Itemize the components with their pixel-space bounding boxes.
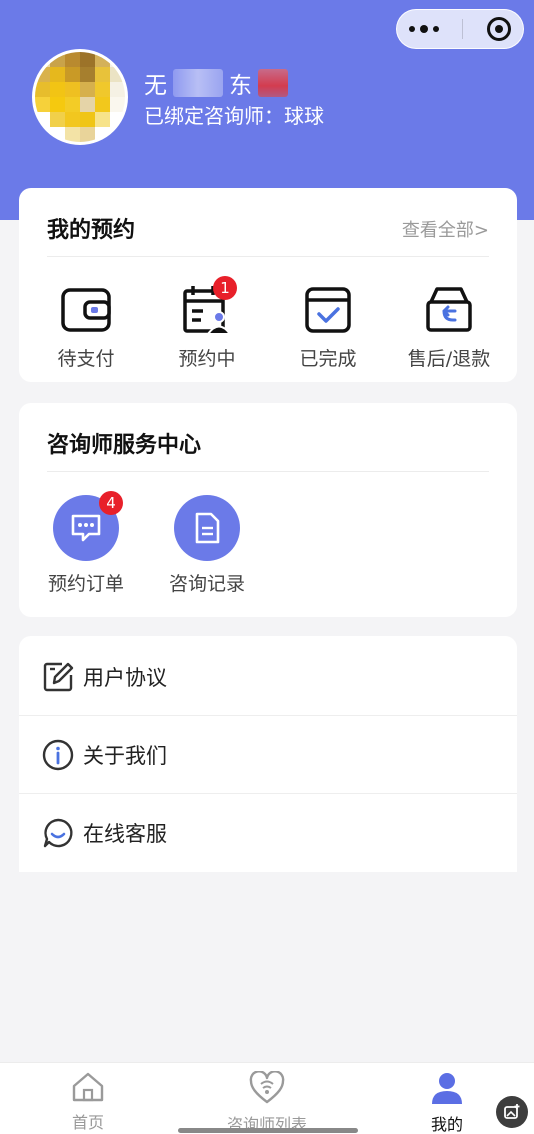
appt-completed[interactable]: 已完成 [273,284,383,371]
appointment-orders-label: 预约订单 [47,573,124,595]
document-icon [174,495,240,561]
chat-service-icon [41,816,75,850]
username-part-1: 无 [144,73,167,99]
bottom-tab-bar: 首页 咨询师列表 我的 [0,1062,534,1134]
wallet-icon [58,284,114,336]
home-indicator [178,1128,358,1133]
appt-after-sales-refund[interactable]: 售后/退款 [394,284,504,371]
appointments-title: 我的预约 [47,218,136,243]
mini-program-capsule [396,9,524,49]
username: 无 东 [144,66,288,100]
calendar-person-icon: 1 [179,276,237,336]
menu-online-service[interactable]: 在线客服 [19,794,517,872]
tab-home[interactable]: 首页 [28,1071,148,1133]
service-consultation-records[interactable]: 咨询记录 [152,495,262,596]
menu-online-service-label: 在线客服 [83,822,167,846]
menu-user-agreement-label: 用户协议 [83,666,167,690]
image-share-icon [504,1104,520,1119]
redacted-name-block [173,69,223,97]
settings-menu-card: 用户协议 关于我们 在线客服 [19,636,517,872]
appt-in-progress[interactable]: 1 预约中 [152,276,262,371]
username-part-2: 东 [229,73,252,99]
tab-mine[interactable]: 我的 [387,1071,507,1134]
appointment-orders-badge: 4 [99,491,123,515]
capsule-divider [462,19,464,39]
tab-mine-label: 我的 [430,1115,463,1134]
more-icon[interactable] [408,25,439,33]
menu-user-agreement[interactable]: 用户协议 [19,638,517,716]
appt-pending-payment[interactable]: 待支付 [31,284,141,371]
appointments-divider [47,256,489,257]
bound-consultant-text: 已绑定咨询师：球球 [144,104,324,128]
menu-about-us-label: 关于我们 [83,744,167,768]
appt-after-sales-label: 售后/退款 [407,348,491,370]
avatar-pixelated-image [35,52,125,142]
edit-icon [41,660,75,694]
appt-pending-payment-label: 待支付 [57,348,115,370]
view-all-link[interactable]: 查看全部> [402,216,489,242]
close-miniprogram-icon[interactable] [487,17,512,41]
avatar[interactable] [32,49,128,145]
tab-home-label: 首页 [71,1113,104,1132]
consultant-service-center-card: 咨询师服务中心 4 预约订单 咨询记录 [19,403,517,617]
service-center-divider [47,471,489,472]
chat-bubble-icon: 4 [53,491,123,561]
calendar-check-icon [300,284,356,336]
consultation-records-label: 咨询记录 [168,573,245,595]
redacted-name-block [258,69,288,97]
user-icon [432,1073,462,1104]
heart-stethoscope-icon [249,1070,285,1104]
home-icon [72,1072,104,1102]
my-appointments-card: 我的预约 查看全部> 待支付 1 预约中 已完成 售后/退款 [19,188,517,382]
appt-in-progress-badge: 1 [213,276,237,300]
appt-completed-label: 已完成 [299,348,357,370]
service-center-title: 咨询师服务中心 [47,433,202,458]
service-appointment-orders[interactable]: 4 预约订单 [31,491,141,596]
info-icon [41,738,75,772]
menu-about-us[interactable]: 关于我们 [19,716,517,794]
floating-share-button[interactable] [496,1096,528,1128]
tab-consultant-list[interactable]: 咨询师列表 [207,1070,327,1134]
appt-in-progress-label: 预约中 [178,348,236,370]
return-box-icon [421,284,477,336]
